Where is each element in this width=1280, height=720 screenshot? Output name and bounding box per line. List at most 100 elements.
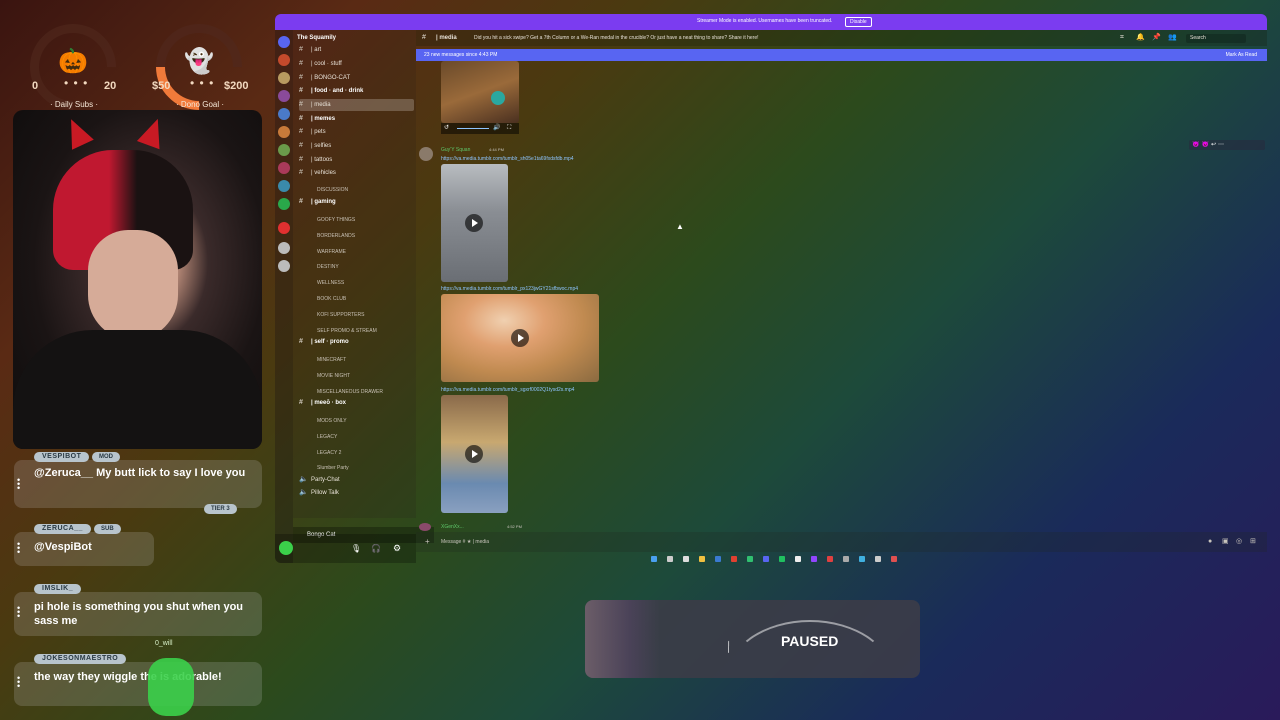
taskbar-app-icon[interactable] bbox=[715, 556, 721, 562]
channel-category[interactable]: BORDERLANDS bbox=[299, 230, 414, 242]
composer-placeholder[interactable]: Message # ★ | media bbox=[441, 539, 489, 545]
channel-item[interactable]: # | selfies bbox=[299, 140, 414, 152]
voice-channel[interactable]: 🔈 Party-Chat bbox=[299, 474, 414, 486]
channel-category[interactable]: MINECRAFT bbox=[299, 354, 414, 366]
headphones-icon[interactable]: 🎧 bbox=[371, 544, 381, 553]
channel-item[interactable]: # | food · and · drink bbox=[299, 85, 414, 97]
taskbar-app-icon[interactable] bbox=[859, 556, 865, 562]
fullscreen-icon[interactable]: ⛶ bbox=[507, 123, 511, 134]
channel-category[interactable]: BOOK CLUB bbox=[299, 293, 414, 305]
play-icon[interactable] bbox=[465, 214, 483, 232]
taskbar-app-icon[interactable] bbox=[699, 556, 705, 562]
avatar[interactable] bbox=[419, 147, 433, 161]
more-icon[interactable]: ⋯ bbox=[1218, 142, 1226, 148]
channel-item[interactable]: # | media bbox=[299, 99, 414, 111]
search-input[interactable]: Search bbox=[1186, 34, 1246, 43]
media-thumbnail[interactable] bbox=[441, 61, 519, 123]
settings-gear-icon[interactable]: ⚙ bbox=[393, 543, 401, 554]
reply-icon[interactable]: ↩ bbox=[1211, 142, 1218, 148]
disable-button[interactable]: Disable bbox=[845, 17, 872, 27]
taskbar-app-icon[interactable] bbox=[795, 556, 801, 562]
taskbar-app-icon[interactable] bbox=[827, 556, 833, 562]
server-icon[interactable] bbox=[278, 144, 290, 156]
channel-category[interactable]: GOOFY THINGS bbox=[299, 214, 414, 226]
bell-icon[interactable]: 🔔 bbox=[1136, 30, 1145, 46]
play-icon[interactable] bbox=[465, 445, 483, 463]
channel-item[interactable]: # | art bbox=[299, 44, 414, 56]
message-author[interactable]: XGenXx... bbox=[441, 524, 464, 530]
channel-item[interactable]: # | cool · stuff bbox=[299, 58, 414, 70]
avatar[interactable] bbox=[419, 523, 431, 531]
server-name[interactable]: The Squamily bbox=[297, 32, 412, 44]
message-composer[interactable]: + Message # ★ | media ● ▣ ◎ ⊞ bbox=[416, 532, 1267, 552]
channel-category[interactable]: MODS ONLY bbox=[299, 415, 414, 427]
plus-icon[interactable]: + bbox=[425, 532, 430, 552]
gif-icon[interactable]: ▣ bbox=[1222, 532, 1229, 552]
taskbar-app-icon[interactable] bbox=[779, 556, 785, 562]
video-thumbnail[interactable] bbox=[441, 294, 599, 382]
server-icon[interactable] bbox=[278, 180, 290, 192]
threads-icon[interactable]: ⌗ bbox=[1120, 30, 1124, 46]
server-icon[interactable] bbox=[278, 162, 290, 174]
message-actions[interactable]: 😈😈↩⋯ bbox=[1189, 140, 1265, 150]
sticker-icon[interactable]: ◎ bbox=[1236, 532, 1242, 552]
channel-item[interactable]: # | gaming bbox=[299, 196, 414, 208]
play-icon[interactable] bbox=[511, 329, 529, 347]
server-icon[interactable] bbox=[278, 72, 290, 84]
add-server-icon[interactable] bbox=[278, 242, 290, 254]
message-author[interactable]: Guy’Y Squan bbox=[441, 147, 470, 153]
emoji-icon[interactable]: ⊞ bbox=[1250, 532, 1256, 552]
media-link[interactable]: https://va.media.tumblr.com/tumblr_px123… bbox=[441, 286, 578, 292]
reaction-icon[interactable]: 😈 bbox=[1201, 142, 1210, 148]
server-icon[interactable] bbox=[278, 222, 290, 234]
channel-item[interactable]: # | pets bbox=[299, 126, 414, 138]
server-icon[interactable] bbox=[278, 108, 290, 120]
channel-category[interactable]: DISCUSSION bbox=[299, 184, 414, 196]
channel-item[interactable]: # | vehicles bbox=[299, 167, 414, 179]
channel-category[interactable]: WELLNESS bbox=[299, 277, 414, 289]
server-icon[interactable] bbox=[278, 126, 290, 138]
channel-category[interactable]: LEGACY bbox=[299, 431, 414, 443]
channel-item[interactable]: # | tattoos bbox=[299, 154, 414, 166]
channel-item[interactable]: # | self · promo bbox=[299, 336, 414, 348]
server-icon[interactable] bbox=[278, 90, 290, 102]
video-thumbnail[interactable] bbox=[441, 164, 508, 282]
channel-category[interactable]: LEGACY 2 bbox=[299, 447, 414, 459]
start-icon[interactable] bbox=[651, 556, 657, 562]
channel-category[interactable]: DESTINY bbox=[299, 261, 414, 273]
search-icon[interactable] bbox=[667, 556, 673, 562]
channel-category[interactable]: KOFI SUPPORTERS bbox=[299, 309, 414, 321]
server-icon[interactable] bbox=[278, 54, 290, 66]
gift-icon[interactable]: ● bbox=[1208, 532, 1212, 552]
channel-category[interactable]: WARFRAME bbox=[299, 246, 414, 258]
channel-category[interactable]: MOVIE NIGHT bbox=[299, 370, 414, 382]
channel-item[interactable]: # | meeō · box bbox=[299, 397, 414, 409]
server-icon[interactable] bbox=[278, 198, 290, 210]
avatar[interactable] bbox=[279, 541, 293, 555]
progress-bar[interactable] bbox=[457, 128, 489, 129]
explore-icon[interactable] bbox=[278, 260, 290, 272]
taskbar-app-icon[interactable] bbox=[763, 556, 769, 562]
video-controls[interactable]: ↺ 🔊 ⛶ bbox=[441, 123, 519, 134]
video-thumbnail[interactable] bbox=[441, 395, 508, 513]
new-messages-bar[interactable]: 23 new messages since 4:43 PM Mark As Re… bbox=[416, 49, 1267, 61]
taskbar-app-icon[interactable] bbox=[683, 556, 689, 562]
taskbar-app-icon[interactable] bbox=[891, 556, 897, 562]
mic-icon[interactable]: 🎙 bbox=[351, 544, 361, 553]
taskbar-app-icon[interactable] bbox=[843, 556, 849, 562]
taskbar-app-icon[interactable] bbox=[811, 556, 817, 562]
taskbar-app-icon[interactable] bbox=[747, 556, 753, 562]
taskbar-app-icon[interactable] bbox=[731, 556, 737, 562]
channel-item[interactable]: # | BONGO-CAT bbox=[299, 72, 414, 84]
discord-home-icon[interactable] bbox=[278, 36, 290, 48]
voice-channel[interactable]: 🔈 Pillow Talk bbox=[299, 487, 414, 499]
media-link[interactable]: https://va.media.tumblr.com/tumblr_sgxrf… bbox=[441, 387, 574, 393]
media-link[interactable]: https://va.media.tumblr.com/tumblr_sh05e… bbox=[441, 156, 574, 162]
channel-item[interactable]: # | memes bbox=[299, 113, 414, 125]
channel-category[interactable]: Slumber Party bbox=[299, 462, 414, 474]
pin-icon[interactable]: 📌 bbox=[1152, 30, 1161, 46]
taskbar-app-icon[interactable] bbox=[875, 556, 881, 562]
replay-icon[interactable]: ↺ bbox=[444, 123, 449, 134]
volume-icon[interactable]: 🔊 bbox=[493, 123, 500, 134]
mark-as-read-button[interactable]: Mark As Read bbox=[1226, 49, 1257, 61]
